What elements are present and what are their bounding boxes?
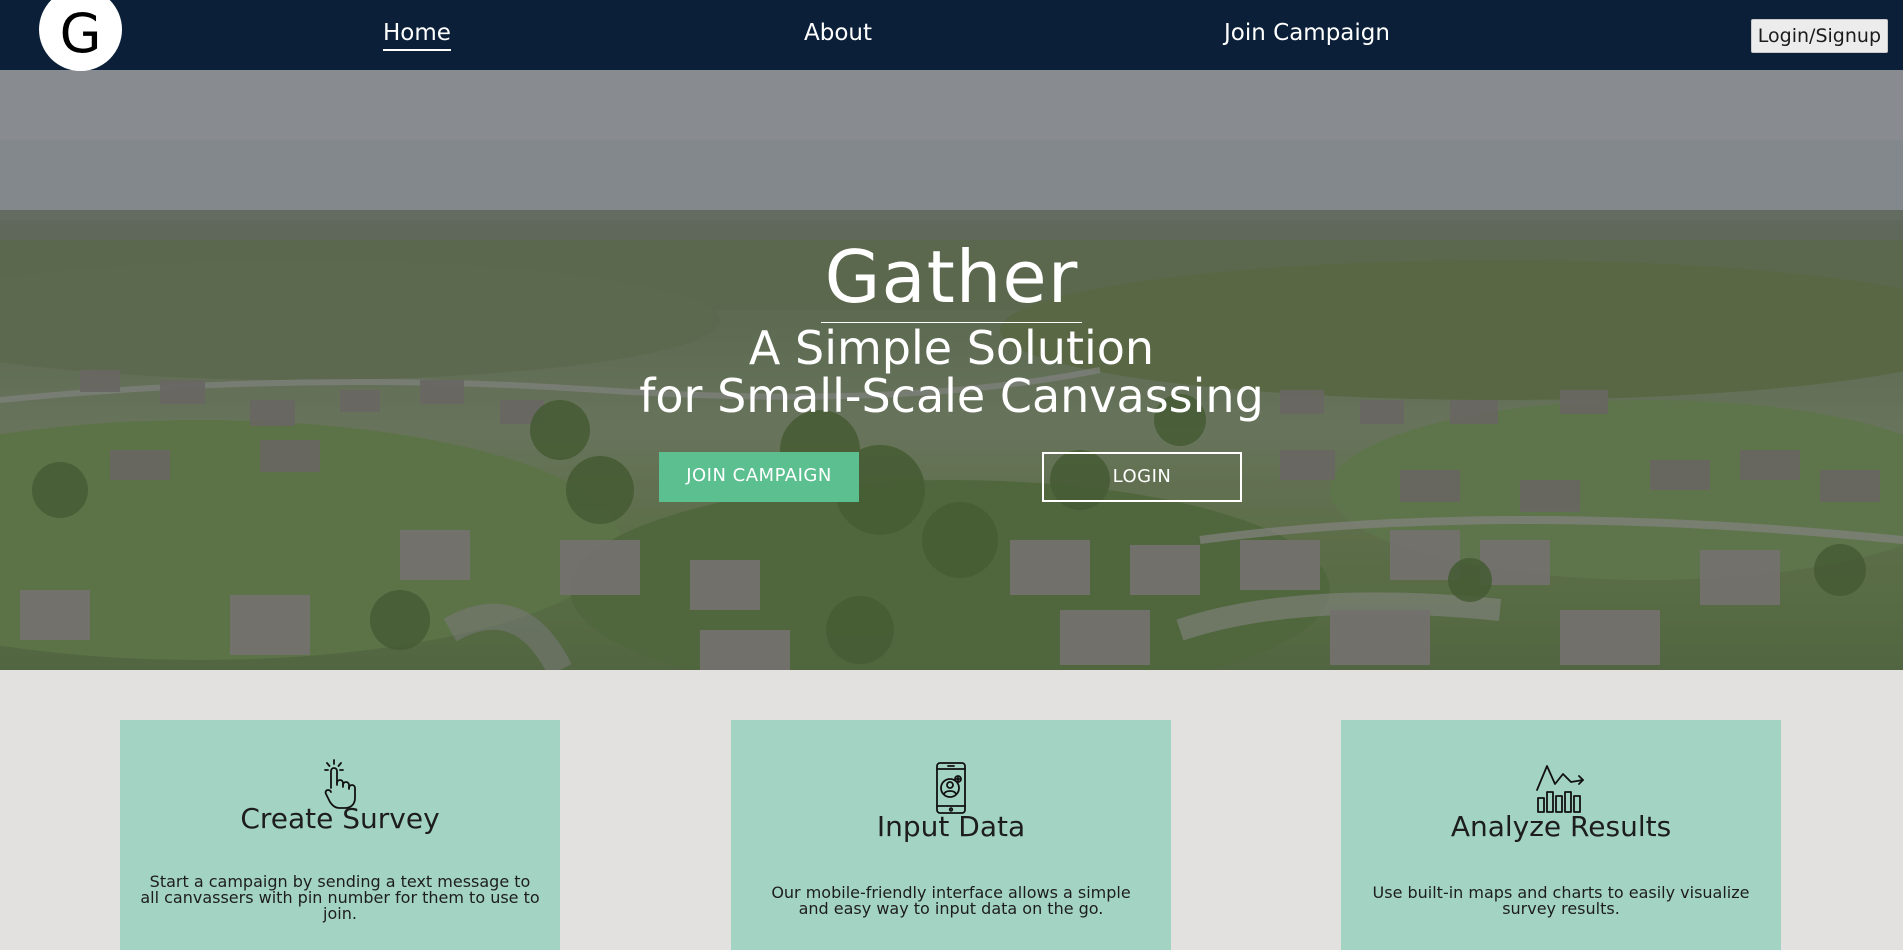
nav-link-join-campaign[interactable]: Join Campaign — [1224, 18, 1390, 48]
feature-description: Start a campaign by sending a text messa… — [140, 872, 540, 923]
feature-card-input-data: Input Data Our mobile-friendly interface… — [731, 720, 1171, 950]
bar-chart-trend-icon — [1341, 762, 1781, 814]
feature-card-create-survey: Create Survey Start a campaign by sendin… — [120, 720, 560, 950]
logo-letter: G — [59, 1, 102, 65]
logo[interactable]: G — [39, 0, 122, 71]
hero-title: Gather — [0, 234, 1903, 323]
join-campaign-button[interactable]: JOIN CAMPAIGN — [659, 452, 859, 502]
hero-subtitle: A Simple Solution for Small-Scale Canvas… — [0, 324, 1903, 420]
hero-subtitle-line-1: A Simple Solution — [748, 321, 1155, 375]
nav-link-about[interactable]: About — [804, 18, 872, 48]
hero-subtitle-line-2: for Small-Scale Canvassing — [639, 369, 1264, 423]
login-button[interactable]: LOGIN — [1042, 452, 1242, 502]
mobile-user-icon — [731, 762, 1171, 814]
login-signup-button[interactable]: Login/Signup — [1750, 19, 1888, 53]
feature-description: Our mobile-friendly interface allows a s… — [771, 883, 1131, 918]
feature-card-analyze-results: Analyze Results Use built-in maps and ch… — [1341, 720, 1781, 950]
navbar: G Home About Join Campaign Login/Signup — [0, 0, 1903, 71]
hero-section: Gather A Simple Solution for Small-Scale… — [0, 70, 1903, 670]
feature-title: Input Data — [876, 810, 1026, 843]
feature-title: Create Survey — [240, 802, 440, 835]
feature-title: Analyze Results — [1450, 810, 1672, 843]
hero-title-text: Gather — [820, 234, 1083, 323]
nav-link-home[interactable]: Home — [383, 18, 451, 51]
features-section: Create Survey Start a campaign by sendin… — [0, 670, 1903, 950]
feature-description: Use built-in maps and charts to easily v… — [1372, 883, 1750, 918]
